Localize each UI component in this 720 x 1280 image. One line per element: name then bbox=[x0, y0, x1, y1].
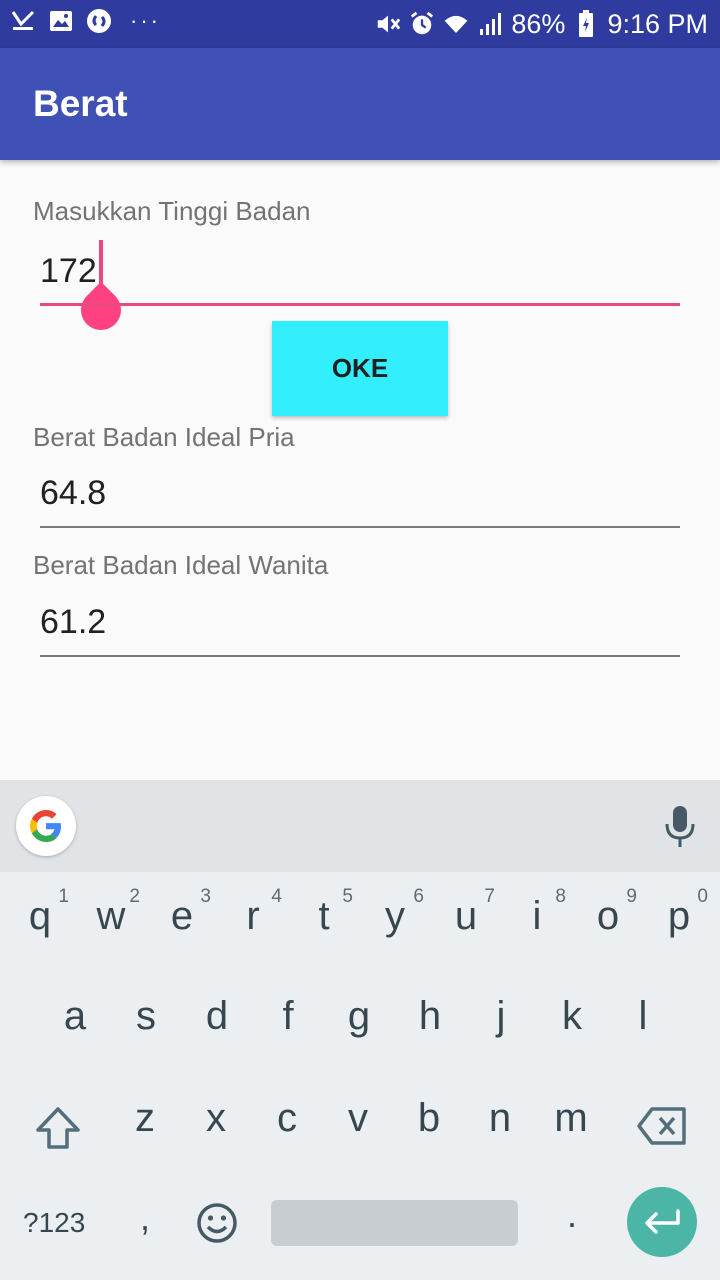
oke-button[interactable]: OKE bbox=[272, 321, 448, 416]
key-char: f bbox=[282, 994, 294, 1038]
key-w[interactable]: w2 bbox=[76, 872, 146, 972]
key-char: a bbox=[63, 994, 87, 1038]
key-m[interactable]: m bbox=[536, 1074, 606, 1174]
key-i[interactable]: i8 bbox=[502, 872, 572, 972]
signal-icon bbox=[477, 11, 503, 37]
battery-percent: 86% bbox=[511, 9, 566, 39]
shazam-icon bbox=[86, 8, 112, 34]
shift-icon bbox=[36, 1107, 80, 1149]
key-number-hint: 2 bbox=[129, 886, 140, 907]
height-input-underline bbox=[40, 303, 680, 306]
key-number-hint: 5 bbox=[342, 886, 353, 907]
space-bar[interactable] bbox=[271, 1200, 518, 1246]
female-weight-label: Berat Badan Ideal Wanita bbox=[33, 550, 329, 580]
shift-key[interactable] bbox=[35, 1106, 81, 1155]
key-n[interactable]: n bbox=[465, 1074, 535, 1174]
key-char: k bbox=[562, 994, 582, 1038]
symbols-key[interactable]: ?123 bbox=[23, 1207, 85, 1239]
key-char: c bbox=[277, 1096, 297, 1140]
key-char: m bbox=[554, 1096, 588, 1140]
alarm-icon bbox=[409, 11, 435, 37]
app-bar: Berat bbox=[0, 48, 720, 160]
key-p[interactable]: p0 bbox=[644, 872, 714, 972]
mute-icon bbox=[375, 11, 401, 37]
key-t[interactable]: t5 bbox=[289, 872, 359, 972]
female-weight-value: 61.2 bbox=[40, 603, 107, 641]
battery-icon bbox=[573, 10, 599, 37]
female-weight-field[interactable]: 61.2 bbox=[40, 595, 680, 657]
key-x[interactable]: x bbox=[181, 1074, 251, 1174]
height-input[interactable]: 172 bbox=[40, 240, 680, 339]
key-char: g bbox=[347, 994, 371, 1038]
female-weight-underline bbox=[40, 655, 680, 657]
clock: 9:16 PM bbox=[607, 9, 708, 39]
key-char: n bbox=[488, 1096, 512, 1140]
key-number-hint: 4 bbox=[271, 886, 282, 907]
key-number-hint: 9 bbox=[626, 886, 637, 907]
key-char: z bbox=[135, 1096, 155, 1140]
key-number-hint: 3 bbox=[200, 886, 211, 907]
key-char: j bbox=[496, 994, 506, 1038]
key-f[interactable]: f bbox=[253, 972, 323, 1072]
wifi-icon bbox=[443, 11, 469, 37]
key-a[interactable]: a bbox=[40, 972, 110, 1072]
google-search-button[interactable] bbox=[16, 796, 76, 856]
google-icon bbox=[30, 810, 61, 842]
backspace-key[interactable] bbox=[636, 1106, 688, 1151]
key-e[interactable]: e3 bbox=[147, 872, 217, 972]
key-u[interactable]: u7 bbox=[431, 872, 501, 972]
male-weight-value: 64.8 bbox=[40, 474, 107, 512]
on-screen-keyboard: q1w2e3r4t5y6u7i8o9p0 a s d f g h j k l z x c v b nm ?… bbox=[0, 872, 720, 1280]
keyboard-toolbar bbox=[0, 780, 720, 872]
key-j[interactable]: j bbox=[466, 972, 536, 1072]
key-char: l bbox=[638, 994, 648, 1038]
key-char: s bbox=[136, 994, 156, 1038]
key-c[interactable]: c bbox=[252, 1074, 322, 1174]
key-h[interactable]: h bbox=[395, 972, 465, 1072]
male-weight-field[interactable]: 64.8 bbox=[40, 466, 680, 528]
key-l[interactable]: l bbox=[608, 972, 678, 1072]
image-icon bbox=[48, 8, 74, 34]
key-q[interactable]: q1 bbox=[5, 872, 75, 972]
male-weight-label: Berat Badan Ideal Pria bbox=[33, 422, 295, 452]
key-y[interactable]: y6 bbox=[360, 872, 430, 972]
mic-icon[interactable] bbox=[660, 804, 700, 850]
key-s[interactable]: s bbox=[111, 972, 181, 1072]
key-number-hint: 8 bbox=[555, 886, 566, 907]
enter-arrow-icon bbox=[645, 1209, 680, 1234]
key-d[interactable]: d bbox=[182, 972, 252, 1072]
key-number-hint: 7 bbox=[484, 886, 495, 907]
key-r[interactable]: r4 bbox=[218, 872, 288, 972]
status-bar: ··· 86% 9:16 PM bbox=[0, 0, 720, 48]
enter-key[interactable] bbox=[627, 1187, 697, 1257]
backspace-icon bbox=[637, 1107, 686, 1145]
male-weight-underline bbox=[40, 526, 680, 528]
key-o[interactable]: o9 bbox=[573, 872, 643, 972]
keyboard-row-1: q1w2e3r4t5y6u7i8o9p0 bbox=[0, 872, 720, 972]
key-char: d bbox=[205, 994, 229, 1038]
keyboard-row-2: asdfghjkl bbox=[0, 972, 720, 1072]
key-char: h bbox=[418, 994, 442, 1038]
app-title: Berat bbox=[33, 83, 128, 124]
key-b[interactable]: b bbox=[394, 1074, 464, 1174]
key-g[interactable]: g bbox=[324, 972, 394, 1072]
key-number-hint: 0 bbox=[697, 886, 708, 907]
comma-key[interactable]: , bbox=[140, 1197, 150, 1239]
check-icon bbox=[10, 8, 36, 34]
height-label: Masukkan Tinggi Badan bbox=[33, 196, 311, 226]
key-v[interactable]: v bbox=[323, 1074, 393, 1174]
key-char: v bbox=[348, 1096, 368, 1140]
height-value: 172 bbox=[40, 252, 97, 290]
period-key[interactable]: . bbox=[567, 1194, 577, 1236]
more-notifications-dots: ··· bbox=[130, 8, 161, 33]
keyboard-row-3: z x c v b nm bbox=[0, 1074, 720, 1174]
emoji-key[interactable] bbox=[196, 1202, 238, 1249]
key-number-hint: 1 bbox=[58, 886, 69, 907]
key-number-hint: 6 bbox=[413, 886, 424, 907]
key-char: x bbox=[206, 1096, 226, 1140]
key-k[interactable]: k bbox=[537, 972, 607, 1072]
key-z[interactable]: z bbox=[110, 1074, 180, 1174]
emoji-icon bbox=[197, 1203, 237, 1243]
key-char: b bbox=[417, 1096, 441, 1140]
